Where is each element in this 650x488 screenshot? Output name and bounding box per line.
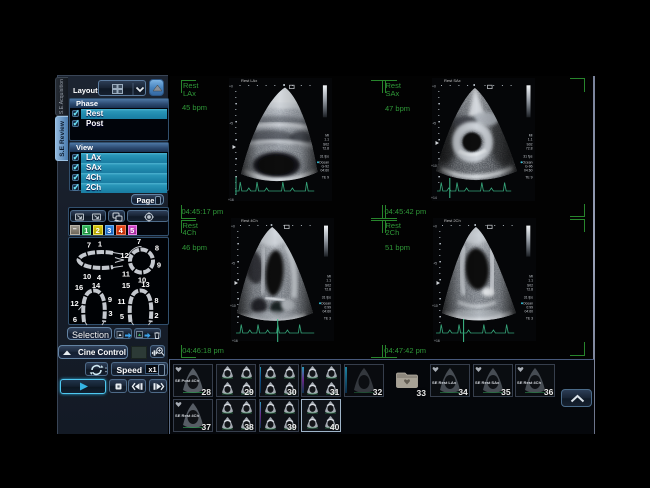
svg-text:14: 14: [92, 281, 101, 290]
svg-text:12: 12: [70, 299, 78, 308]
svg-text:72.8: 72.8: [526, 147, 533, 151]
svg-text:10: 10: [83, 272, 91, 281]
svg-text:72.8: 72.8: [324, 288, 331, 292]
svg-text:31 fps: 31 fps: [524, 296, 534, 300]
svg-text:Rest LAx: Rest LAx: [241, 78, 257, 83]
svg-text:2: 2: [154, 311, 158, 320]
svg-text:31 fps: 31 fps: [322, 296, 332, 300]
svg-text:1.1: 1.1: [326, 279, 331, 283]
svg-text:31 fps: 31 fps: [523, 155, 533, 159]
svg-text:+5: +5: [229, 122, 233, 126]
svg-text:8: 8: [154, 296, 158, 305]
svg-text:TE 3: TE 3: [526, 317, 533, 321]
svg-text:04:60: 04:60: [321, 169, 330, 173]
svg-text:1.1: 1.1: [324, 138, 329, 142]
svg-text:+16: +16: [434, 339, 440, 343]
svg-text:5: 5: [120, 312, 124, 321]
svg-text:8: 8: [155, 243, 159, 252]
svg-text:31 fps: 31 fps: [320, 155, 330, 159]
svg-text:TE 3: TE 3: [324, 317, 331, 321]
svg-text:1.1: 1.1: [528, 279, 533, 283]
svg-text:9: 9: [108, 295, 112, 304]
svg-text:04:60: 04:60: [525, 310, 534, 314]
svg-text:3: 3: [108, 309, 112, 318]
svg-text:+16: +16: [228, 198, 234, 202]
svg-text:9: 9: [157, 260, 161, 269]
svg-text:+10: +10: [431, 164, 437, 168]
svg-text:+5: +5: [231, 262, 235, 266]
svg-text:04:60: 04:60: [524, 169, 533, 173]
svg-text:TE 9: TE 9: [525, 176, 532, 180]
svg-text:Rest SAx: Rest SAx: [444, 78, 461, 83]
svg-text:1.1: 1.1: [528, 138, 533, 142]
svg-text:+0: +0: [229, 85, 233, 89]
svg-text:7: 7: [87, 240, 91, 249]
svg-text:6: 6: [73, 315, 77, 324]
svg-text:+5: +5: [433, 262, 437, 266]
svg-text:+5: +5: [432, 122, 436, 126]
svg-text:72.8: 72.8: [526, 288, 533, 292]
svg-text:+0: +0: [231, 225, 235, 229]
svg-text:13: 13: [141, 280, 149, 289]
svg-text:12: 12: [120, 251, 128, 260]
svg-text:04:60: 04:60: [323, 310, 332, 314]
svg-text:+0: +0: [433, 225, 437, 229]
svg-text:+10: +10: [432, 304, 438, 308]
svg-text:11: 11: [118, 297, 126, 306]
svg-text:1: 1: [98, 239, 102, 248]
svg-text:Rest 4Ch: Rest 4Ch: [241, 218, 258, 223]
svg-text:+16: +16: [232, 339, 238, 343]
svg-text:+14: +14: [431, 196, 437, 200]
svg-text:+10: +10: [230, 304, 236, 308]
svg-text:16: 16: [75, 283, 83, 292]
svg-text:72.8: 72.8: [322, 147, 329, 151]
svg-text:TE 9: TE 9: [322, 176, 329, 180]
svg-text:11: 11: [122, 269, 130, 278]
svg-text:15: 15: [122, 281, 130, 290]
svg-text:Rest 2Ch: Rest 2Ch: [444, 218, 461, 223]
svg-text:+0: +0: [432, 85, 436, 89]
svg-text:7: 7: [137, 237, 141, 246]
